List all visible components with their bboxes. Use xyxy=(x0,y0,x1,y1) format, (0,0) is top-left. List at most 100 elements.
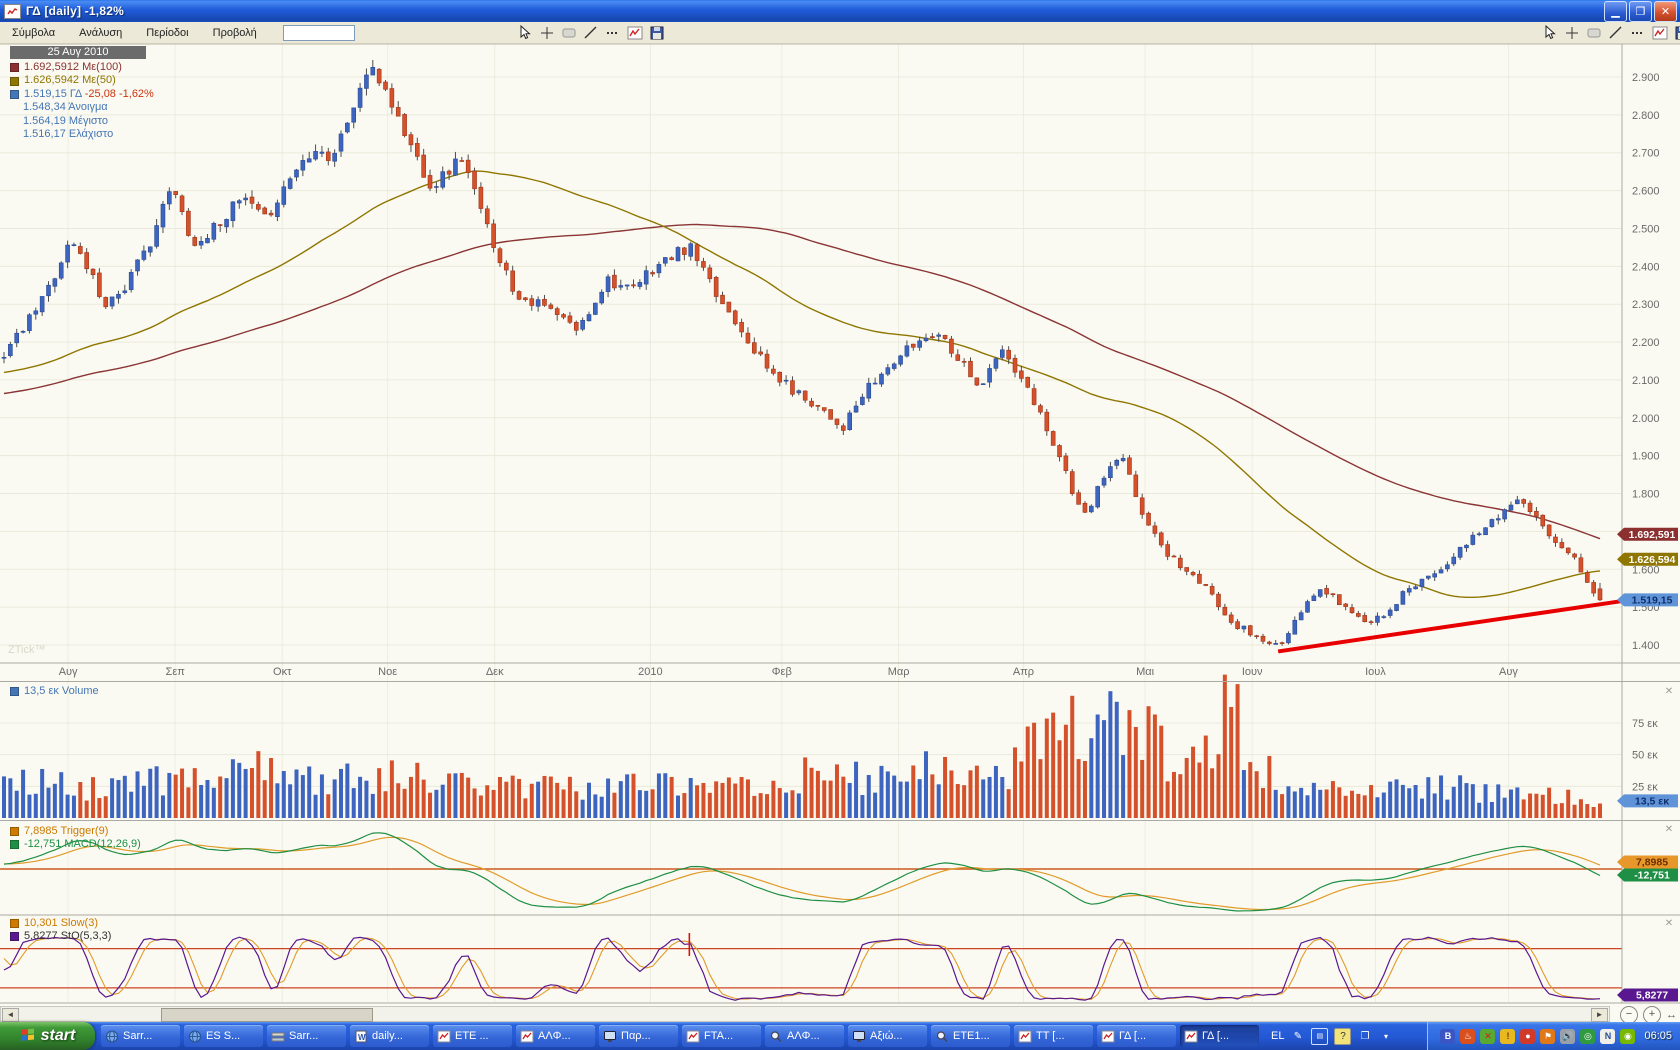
taskbar-button-label: FTA... xyxy=(704,1030,733,1042)
svg-text:Αυγ: Αυγ xyxy=(1499,666,1518,678)
clock: 06:05 xyxy=(1644,1030,1672,1042)
svg-text:Αυγ: Αυγ xyxy=(59,666,78,678)
horizontal-scrollbar[interactable]: ◄ ► xyxy=(0,1006,1610,1022)
svg-text:2.700: 2.700 xyxy=(1632,148,1660,160)
stoch-legend: 5,8277 StO(5,3,3) xyxy=(10,930,111,942)
taskbar-button-label: daily... xyxy=(372,1030,403,1042)
babylon-tray-icon[interactable]: B xyxy=(1440,1029,1455,1044)
macd-tag: -12,751 xyxy=(1617,869,1678,882)
stoch-tag: 5,8277 xyxy=(1617,989,1678,1002)
volume-pane-close-icon[interactable]: ✕ xyxy=(1663,686,1675,698)
chart-icon xyxy=(686,1030,700,1043)
scroll-left-arrow-icon[interactable]: ◄ xyxy=(2,1008,19,1022)
pen-icon[interactable]: ✎ xyxy=(1290,1029,1305,1044)
taskbar-button-10[interactable]: Αξιώ... xyxy=(848,1025,927,1047)
bars-icon xyxy=(271,1030,285,1043)
legend-row-2: 1.626,5942 Με(50) xyxy=(10,74,154,87)
svg-text:2.900: 2.900 xyxy=(1632,72,1660,84)
svg-text:5,8277: 5,8277 xyxy=(1636,990,1668,1002)
language-indicator[interactable]: EL xyxy=(1271,1030,1284,1042)
taskbar-button-label: Παρ... xyxy=(621,1030,651,1042)
green-ring-tray-icon[interactable]: ◎ xyxy=(1580,1029,1595,1044)
stoch-pane-close-icon[interactable]: ✕ xyxy=(1663,918,1675,930)
fit-width-icon[interactable]: ↔ xyxy=(1666,1009,1677,1021)
svg-text:Ιουν: Ιουν xyxy=(1242,666,1263,678)
price-legend: 1.692,5912 Με(100)1.626,5942 Με(50)1.519… xyxy=(10,61,154,141)
legend-swatch xyxy=(10,77,19,86)
legend-text: 1.516,17 Ελάχιστο xyxy=(23,128,113,141)
java-tray-icon[interactable]: ♨ xyxy=(1460,1029,1475,1044)
taskbar-button-5[interactable]: ETE ... xyxy=(433,1025,512,1047)
svg-text:Οκτ: Οκτ xyxy=(273,666,292,678)
taskbar-button-12[interactable]: ΤΤ [... xyxy=(1014,1025,1093,1047)
monitor-icon xyxy=(603,1030,617,1043)
svg-text:Δεκ: Δεκ xyxy=(486,666,504,678)
macd-legend: -12,751 MACD(12,26,9) xyxy=(10,838,141,850)
taskbar-button-7[interactable]: Παρ... xyxy=(599,1025,678,1047)
legend-swatch xyxy=(10,90,19,99)
svg-text:2.600: 2.600 xyxy=(1632,186,1660,198)
taskbar-button-4[interactable]: Wdaily... xyxy=(350,1025,429,1047)
monitor-icon xyxy=(852,1030,866,1043)
keyboard-icon[interactable]: ▤ xyxy=(1311,1028,1328,1045)
macd-pane-close-icon[interactable]: ✕ xyxy=(1663,824,1675,836)
magnifier-icon xyxy=(769,1030,783,1043)
svg-text:1.626,594: 1.626,594 xyxy=(1629,554,1676,566)
bank-card-tray-icon[interactable]: N xyxy=(1600,1029,1615,1044)
flag-tray-icon[interactable]: ⚑ xyxy=(1540,1029,1555,1044)
legend-text: 1.692,5912 Με(100) xyxy=(24,61,122,74)
taskbar-button-label: Αξιώ... xyxy=(870,1030,902,1042)
legend-row-3: 1.519,15 ΓΔ -25,08 -1,62% xyxy=(10,88,154,101)
legend-row-6: 1.516,17 Ελάχιστο xyxy=(10,128,154,141)
chevron-down-icon[interactable]: ▾ xyxy=(1378,1029,1393,1044)
scrollbar-thumb[interactable] xyxy=(161,1008,373,1022)
taskbar-button-2[interactable]: ES S... xyxy=(184,1025,263,1047)
taskbar-button-1[interactable]: Sarr... xyxy=(101,1025,180,1047)
system-tray: B ♨ ✕! ● ⚑ 🔊 ◎ N ◉ 06:05 xyxy=(1427,1022,1680,1050)
legend-row-5: 1.564,19 Μέγιστο xyxy=(10,115,154,128)
legend-text: 1.626,5942 Με(50) xyxy=(24,74,116,87)
taskbar-button-label: ΓΔ [... xyxy=(1202,1030,1229,1042)
svg-text:7,8985: 7,8985 xyxy=(1636,857,1668,869)
volume-legend: 13,5 εκ Volume xyxy=(10,685,99,697)
taskbar-button-6[interactable]: ΑΛΦ... xyxy=(516,1025,595,1047)
chart-icon xyxy=(1184,1030,1198,1043)
volume-tray-icon[interactable]: 🔊 xyxy=(1560,1029,1575,1044)
taskbar-button-14-active[interactable]: ΓΔ [... xyxy=(1180,1025,1259,1047)
taskbar-button-11[interactable]: ΕΤΕ1... xyxy=(931,1025,1010,1047)
svg-text:1.900: 1.900 xyxy=(1632,451,1660,463)
svg-text:W: W xyxy=(358,1033,366,1042)
svg-text:2.400: 2.400 xyxy=(1632,261,1660,273)
svg-text:2.000: 2.000 xyxy=(1632,413,1660,425)
magnifier-icon xyxy=(935,1030,949,1043)
svg-text:Φεβ: Φεβ xyxy=(772,666,792,678)
start-button[interactable]: start xyxy=(0,1022,95,1050)
swirl-tray-icon[interactable]: ◉ xyxy=(1620,1029,1635,1044)
svg-text:2.200: 2.200 xyxy=(1632,337,1660,349)
chart-icon xyxy=(1018,1030,1032,1043)
taskbar-button-label: Sarr... xyxy=(289,1030,318,1042)
taskbar-button-9[interactable]: ΑΛΦ... xyxy=(765,1025,844,1047)
doc-icon: W xyxy=(354,1030,368,1043)
security-shield-tray-icon[interactable]: ! xyxy=(1500,1029,1515,1044)
svg-text:2.100: 2.100 xyxy=(1632,375,1660,387)
taskbar-button-8[interactable]: FTA... xyxy=(682,1025,761,1047)
legend-text: 1.564,19 Μέγιστο xyxy=(23,115,108,128)
legend-text: 1.519,15 ΓΔ xyxy=(24,88,85,101)
legend-row-4: 1.548,34 Άνοιγμα xyxy=(10,101,154,114)
mail-tray-icon[interactable]: ● xyxy=(1520,1029,1535,1044)
svg-text:75 εκ: 75 εκ xyxy=(1632,718,1658,730)
chart-icon xyxy=(520,1030,534,1043)
start-label: start xyxy=(41,1027,76,1045)
chart-canvas[interactable]: 2.9002.8002.7002.6002.5002.4002.3002.200… xyxy=(0,0,1680,1006)
taskbar-button-13[interactable]: ΓΔ [... xyxy=(1097,1025,1176,1047)
scroll-right-arrow-icon[interactable]: ► xyxy=(1591,1008,1608,1022)
help-icon[interactable]: ? xyxy=(1334,1028,1351,1045)
globe-icon xyxy=(188,1030,202,1043)
puzzle-error-tray-icon[interactable]: ✕ xyxy=(1480,1029,1495,1044)
taskbar-button-3[interactable]: Sarr... xyxy=(267,1025,346,1047)
svg-text:1.800: 1.800 xyxy=(1632,489,1660,501)
restore-toolbar-icon[interactable]: ❐ xyxy=(1357,1029,1372,1044)
svg-text:Μαι: Μαι xyxy=(1136,666,1155,678)
svg-text:50 εκ: 50 εκ xyxy=(1632,750,1658,762)
